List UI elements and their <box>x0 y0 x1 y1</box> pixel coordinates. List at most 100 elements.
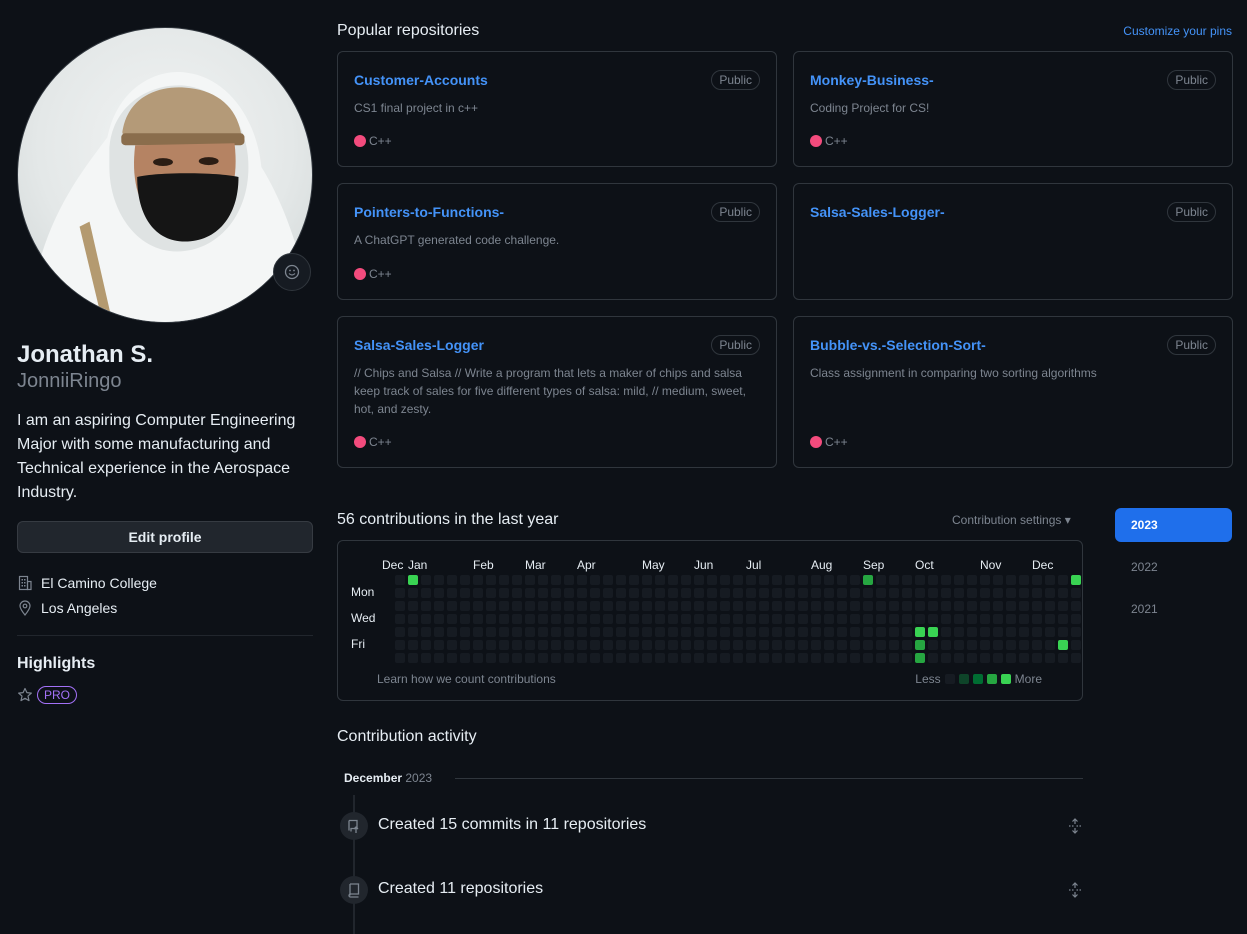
contribution-cell[interactable] <box>577 614 587 624</box>
contribution-cell[interactable] <box>954 588 964 598</box>
contribution-cell[interactable] <box>629 640 639 650</box>
contribution-cell[interactable] <box>980 575 990 585</box>
contribution-cell[interactable] <box>499 575 509 585</box>
contribution-cell[interactable] <box>447 653 457 663</box>
contribution-cell[interactable] <box>473 588 483 598</box>
contribution-cell[interactable] <box>707 627 717 637</box>
contribution-cell[interactable] <box>577 653 587 663</box>
contribution-cell[interactable] <box>447 627 457 637</box>
contribution-cell[interactable] <box>395 575 405 585</box>
contribution-cell[interactable] <box>850 640 860 650</box>
contribution-cell[interactable] <box>798 588 808 598</box>
contribution-cell[interactable] <box>681 627 691 637</box>
contribution-cell[interactable] <box>616 588 626 598</box>
contribution-cell[interactable] <box>616 653 626 663</box>
contribution-cell[interactable] <box>460 588 470 598</box>
contribution-cell[interactable] <box>1032 627 1042 637</box>
contribution-cell[interactable] <box>967 575 977 585</box>
contribution-cell[interactable] <box>850 588 860 598</box>
contribution-cell[interactable] <box>720 601 730 611</box>
contribution-cell[interactable] <box>785 640 795 650</box>
contribution-cell[interactable] <box>811 640 821 650</box>
contribution-cell[interactable] <box>798 614 808 624</box>
contribution-cell[interactable] <box>1019 653 1029 663</box>
contribution-cell[interactable] <box>668 640 678 650</box>
contribution-cell[interactable] <box>564 614 574 624</box>
contribution-cell[interactable] <box>928 588 938 598</box>
contribution-cell[interactable] <box>902 640 912 650</box>
year-2022-button[interactable]: 2022 <box>1115 550 1232 584</box>
contribution-cell[interactable] <box>421 614 431 624</box>
contribution-cell[interactable] <box>447 614 457 624</box>
contribution-cell[interactable] <box>902 601 912 611</box>
contribution-cell[interactable] <box>486 614 496 624</box>
contribution-cell[interactable] <box>785 627 795 637</box>
contribution-cell[interactable] <box>772 588 782 598</box>
contribution-cell[interactable] <box>512 575 522 585</box>
contribution-cell[interactable] <box>564 653 574 663</box>
contribution-cell[interactable] <box>1045 640 1055 650</box>
contribution-cell[interactable] <box>590 614 600 624</box>
contribution-cell[interactable] <box>837 601 847 611</box>
contribution-cell[interactable] <box>421 601 431 611</box>
contribution-cell[interactable] <box>733 601 743 611</box>
contribution-cell[interactable] <box>408 601 418 611</box>
contribution-cell[interactable] <box>746 640 756 650</box>
contribution-cell[interactable] <box>941 640 951 650</box>
contribution-cell[interactable] <box>889 640 899 650</box>
contribution-cell[interactable] <box>395 653 405 663</box>
contribution-cell[interactable] <box>577 640 587 650</box>
contribution-cell[interactable] <box>642 627 652 637</box>
contribution-cell[interactable] <box>655 588 665 598</box>
contribution-cell[interactable] <box>889 653 899 663</box>
contribution-cell[interactable] <box>460 640 470 650</box>
contribution-cell[interactable] <box>967 653 977 663</box>
contribution-cell[interactable] <box>863 627 873 637</box>
contribution-cell[interactable] <box>811 601 821 611</box>
contribution-cell[interactable] <box>850 575 860 585</box>
contribution-cell[interactable] <box>512 614 522 624</box>
contribution-cell[interactable] <box>1032 575 1042 585</box>
contribution-cell[interactable] <box>681 640 691 650</box>
contribution-cell[interactable] <box>603 601 613 611</box>
contribution-cell[interactable] <box>1006 575 1016 585</box>
contribution-cell[interactable] <box>590 653 600 663</box>
contribution-cell[interactable] <box>655 627 665 637</box>
contribution-cell[interactable] <box>590 640 600 650</box>
contribution-cell[interactable] <box>863 653 873 663</box>
contribution-cell[interactable] <box>590 601 600 611</box>
contribution-cell[interactable] <box>538 588 548 598</box>
contribution-cell[interactable] <box>915 640 925 650</box>
contribution-cell[interactable] <box>1058 575 1068 585</box>
contribution-cell[interactable] <box>954 614 964 624</box>
contribution-cell[interactable] <box>993 640 1003 650</box>
contribution-cell[interactable] <box>525 588 535 598</box>
contribution-cell[interactable] <box>551 601 561 611</box>
contribution-cell[interactable] <box>1058 614 1068 624</box>
pro-badge[interactable]: PRO <box>37 686 78 704</box>
contribution-cell[interactable] <box>1071 588 1081 598</box>
contribution-cell[interactable] <box>837 640 847 650</box>
contribution-cell[interactable] <box>460 575 470 585</box>
contribution-cell[interactable] <box>668 575 678 585</box>
contribution-cell[interactable] <box>512 601 522 611</box>
contribution-cell[interactable] <box>473 640 483 650</box>
contribution-cell[interactable] <box>772 627 782 637</box>
contribution-cell[interactable] <box>486 601 496 611</box>
contribution-cell[interactable] <box>590 575 600 585</box>
contribution-cell[interactable] <box>538 614 548 624</box>
contribution-cell[interactable] <box>1045 653 1055 663</box>
contribution-cell[interactable] <box>915 653 925 663</box>
contribution-cell[interactable] <box>512 627 522 637</box>
contribution-cell[interactable] <box>434 575 444 585</box>
contribution-cell[interactable] <box>655 614 665 624</box>
contribution-cell[interactable] <box>707 575 717 585</box>
contribution-cell[interactable] <box>655 601 665 611</box>
contribution-cell[interactable] <box>928 575 938 585</box>
customize-pins-link[interactable]: Customize your pins <box>1123 24 1232 38</box>
contribution-cell[interactable] <box>720 640 730 650</box>
contribution-cell[interactable] <box>733 640 743 650</box>
contribution-cell[interactable] <box>486 588 496 598</box>
contribution-cell[interactable] <box>954 653 964 663</box>
contribution-cell[interactable] <box>1058 601 1068 611</box>
